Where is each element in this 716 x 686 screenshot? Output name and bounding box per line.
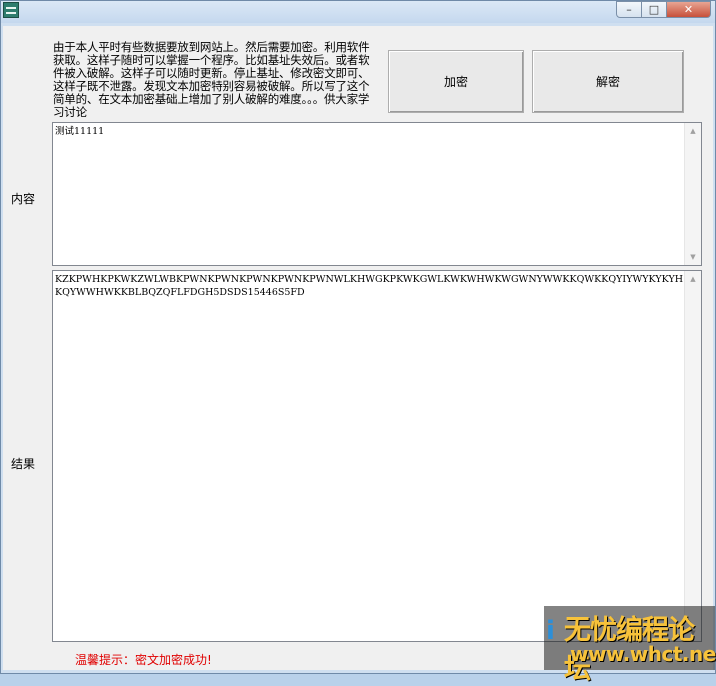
close-button[interactable]: ✕ — [667, 1, 711, 18]
minimize-button[interactable]: – — [616, 1, 642, 18]
content-textbox[interactable]: 测试11111 ▲ ▼ — [52, 122, 702, 266]
content-label: 内容 — [11, 192, 36, 206]
status-message: 温馨提示：密文加密成功! — [75, 653, 212, 667]
content-text: 测试11111 — [55, 126, 105, 137]
result-scrollbar[interactable]: ▲ ▼ — [684, 271, 701, 641]
app-window: – □ ✕ 由于本人平时有些数据要放到网站上。然后需要加密。利用软件获取。这样子… — [0, 0, 716, 685]
maximize-button[interactable]: □ — [642, 1, 667, 18]
caption-buttons: – □ ✕ — [616, 1, 711, 19]
decrypt-button[interactable]: 解密 — [532, 50, 684, 113]
scroll-up-icon[interactable]: ▲ — [685, 123, 701, 139]
watermark-icon: i — [546, 616, 555, 646]
result-text: KZKPWHKPKWKZWLWBKPWNKPWNKPWNKPWNKPWNWLKH… — [55, 274, 684, 298]
description-text: 由于本人平时有些数据要放到网站上。然后需要加密。利用软件获取。这样子随时可以掌握… — [53, 40, 370, 119]
result-label: 结果 — [11, 457, 36, 471]
scroll-up-icon[interactable]: ▲ — [685, 271, 701, 287]
client-area: 由于本人平时有些数据要放到网站上。然后需要加密。利用软件获取。这样子随时可以掌握… — [3, 26, 713, 670]
title-bar[interactable]: – □ ✕ — [1, 1, 715, 23]
encrypt-button[interactable]: 加密 — [388, 50, 524, 113]
scroll-down-icon[interactable]: ▼ — [685, 249, 701, 265]
watermark-url: www.whct.net — [570, 642, 716, 666]
watermark-logo: i 无忧编程论坛 www.whct.net — [544, 606, 716, 685]
content-scrollbar[interactable]: ▲ ▼ — [684, 123, 701, 265]
result-textbox[interactable]: KZKPWHKPKWKZWLWBKPWNKPWNKPWNKPWNKPWNWLKH… — [52, 270, 702, 642]
app-icon[interactable] — [3, 2, 19, 18]
